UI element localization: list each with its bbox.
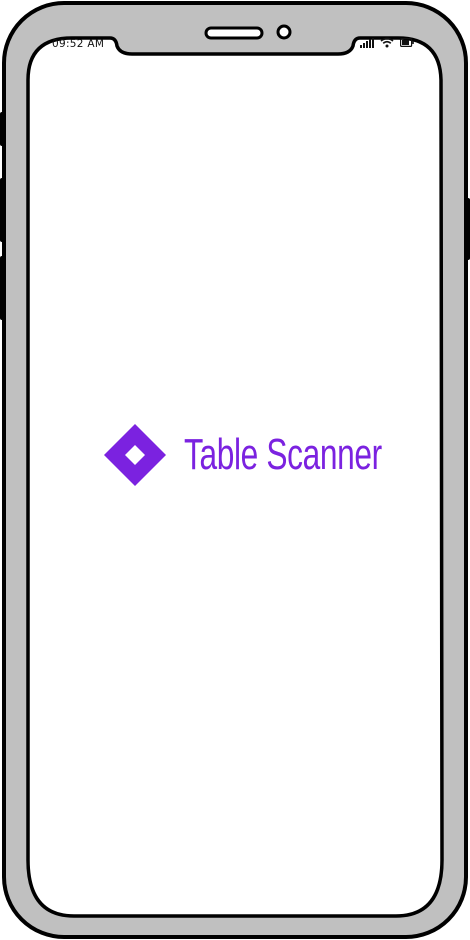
battery-icon	[400, 38, 414, 47]
signal-icon	[360, 37, 374, 48]
status-time: 09:52 AM	[52, 38, 105, 50]
diamond-logo-icon	[104, 424, 166, 486]
wifi-icon	[380, 37, 394, 48]
app-name: Table Scanner	[184, 430, 382, 479]
status-icons	[360, 37, 414, 48]
splash-logo: Table Scanner	[104, 424, 459, 486]
